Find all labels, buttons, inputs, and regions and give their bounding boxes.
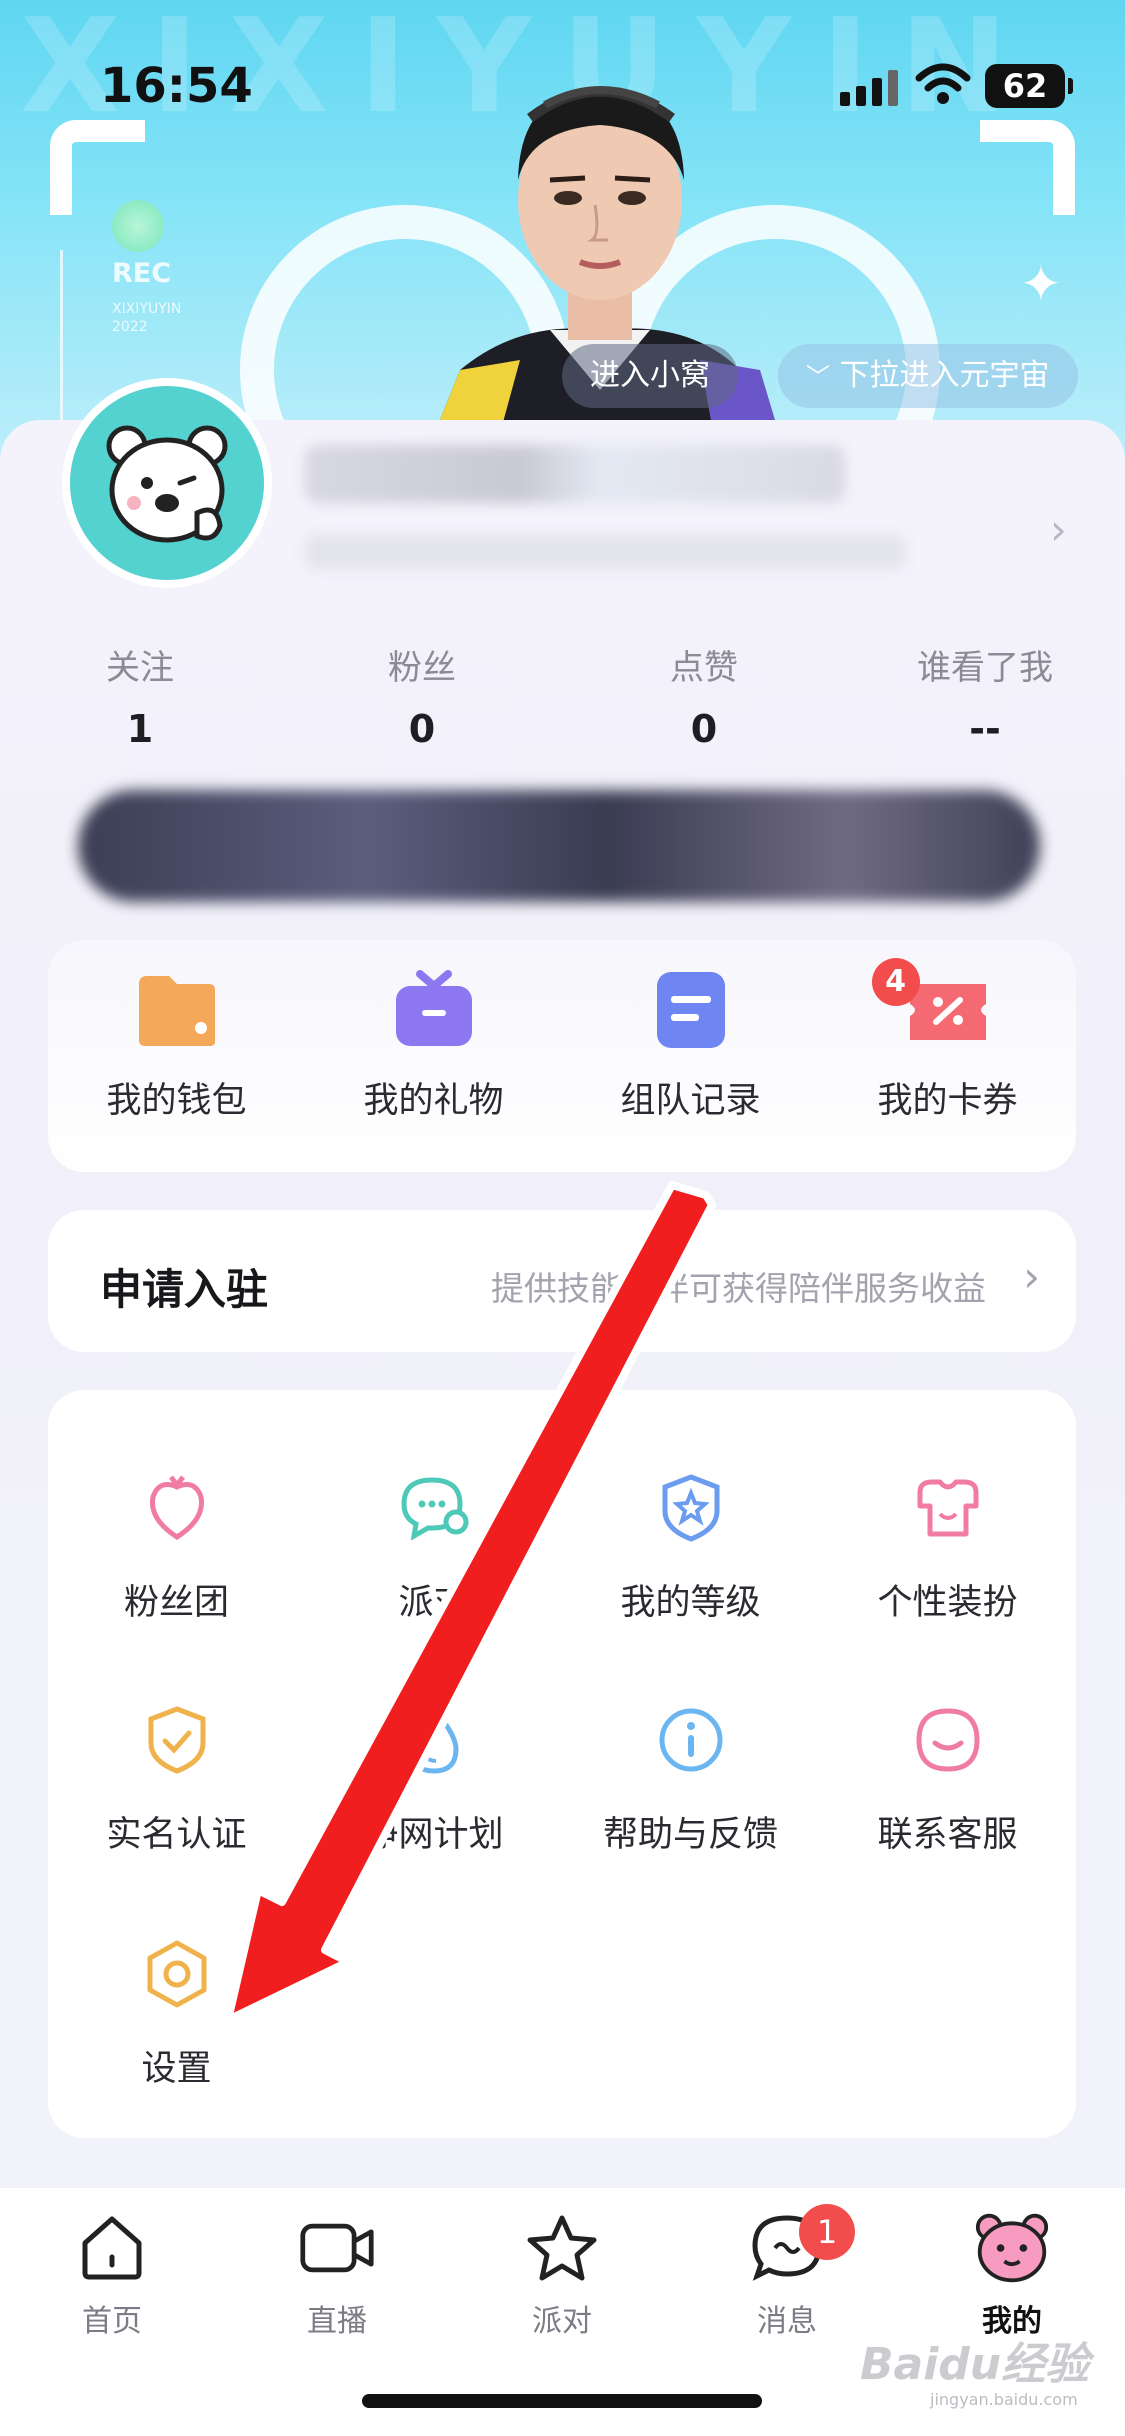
profile-chevron-right-icon[interactable]: › bbox=[1050, 505, 1067, 554]
pull-down-metaverse-button[interactable]: ﹀ 下拉进入元宇宙 bbox=[778, 344, 1078, 408]
menu-settings[interactable]: 设置 bbox=[48, 1936, 305, 2091]
chevron-down-icon: ﹀ bbox=[806, 363, 830, 391]
stat-fans[interactable]: 粉丝 0 bbox=[302, 640, 542, 751]
bear-profile-icon bbox=[974, 2210, 1050, 2286]
stats-row: 关注 1 粉丝 0 点赞 0 谁看了我 -- bbox=[0, 640, 1125, 751]
tab-live[interactable]: 直播 bbox=[257, 2210, 417, 2340]
fan-club-icon bbox=[139, 1470, 215, 1546]
gift-icon bbox=[392, 970, 476, 1050]
tab-party[interactable]: 派对 bbox=[482, 2210, 642, 2340]
coupon-badge: 4 bbox=[871, 958, 920, 1006]
sparkle-icon: ✦ bbox=[1020, 255, 1062, 313]
menu-dress-up[interactable]: 个性装扮 bbox=[819, 1470, 1076, 1625]
apply-join-title: 申请入驻 bbox=[100, 1265, 269, 1314]
party-star-icon bbox=[524, 2210, 600, 2286]
message-badge: 1 bbox=[799, 2204, 855, 2260]
battery-indicator: 62 bbox=[985, 64, 1073, 108]
quick-actions-card: 我的钱包 我的礼物 组队记录 4 我的卡券 bbox=[48, 940, 1076, 1172]
avatar[interactable] bbox=[62, 378, 272, 588]
tab-me[interactable]: 我的 bbox=[932, 2210, 1092, 2340]
status-bar: 16:54 62 bbox=[0, 0, 1125, 130]
dress-up-icon bbox=[910, 1470, 986, 1546]
wifi-icon bbox=[915, 63, 971, 104]
menu-party[interactable]: 派对 bbox=[305, 1470, 562, 1625]
home-indicator[interactable] bbox=[362, 2394, 762, 2408]
cellular-signal-icon bbox=[840, 68, 898, 106]
water-drop-icon bbox=[396, 1702, 472, 1778]
wallet-icon bbox=[135, 970, 219, 1050]
frame-corner-decoration bbox=[980, 120, 1075, 215]
stat-visitors[interactable]: 谁看了我 -- bbox=[865, 640, 1105, 751]
bear-avatar-icon bbox=[106, 425, 228, 543]
level-star-icon bbox=[653, 1470, 729, 1546]
quick-team-records[interactable]: 组队记录 bbox=[562, 970, 819, 1123]
party-chat-icon bbox=[396, 1470, 472, 1546]
baidu-watermark: Baidu经验 bbox=[860, 2339, 1090, 2390]
divider bbox=[60, 250, 63, 420]
menu-fan-club[interactable]: 粉丝团 bbox=[48, 1470, 305, 1625]
stat-likes[interactable]: 点赞 0 bbox=[584, 640, 824, 751]
settings-hexagon-icon bbox=[139, 1936, 215, 2012]
rec-label: REC bbox=[112, 258, 172, 289]
menu-clean-net-plan[interactable]: 净网计划 bbox=[305, 1702, 562, 1857]
quick-coupons[interactable]: 4 我的卡券 bbox=[819, 958, 1076, 1123]
enter-nest-button[interactable]: 进入小窝 bbox=[562, 344, 738, 408]
quick-wallet[interactable]: 我的钱包 bbox=[48, 970, 305, 1123]
baidu-watermark-url: jingyan.baidu.com bbox=[930, 2390, 1078, 2409]
apply-join-description: 提供技能陪伴可获得陪伴服务收益 bbox=[491, 1269, 986, 1308]
team-record-icon bbox=[649, 970, 733, 1050]
features-menu-card: 粉丝团 派对 我的等级 个性装扮 实名认证 净网计划 帮助与反馈 联系客服 设置 bbox=[48, 1390, 1076, 2138]
menu-real-name-verification[interactable]: 实名认证 bbox=[48, 1702, 305, 1857]
info-icon bbox=[653, 1702, 729, 1778]
status-time: 16:54 bbox=[100, 58, 253, 114]
tab-home[interactable]: 首页 bbox=[32, 2210, 192, 2340]
stat-following[interactable]: 关注 1 bbox=[20, 640, 260, 751]
apply-join-row[interactable]: 申请入驻 提供技能陪伴可获得陪伴服务收益 › bbox=[48, 1210, 1076, 1352]
promo-banner-blurred[interactable] bbox=[78, 790, 1040, 902]
rec-dot-icon bbox=[112, 200, 164, 252]
shield-check-icon bbox=[139, 1702, 215, 1778]
smile-service-icon bbox=[910, 1702, 986, 1778]
menu-contact-service[interactable]: 联系客服 bbox=[819, 1702, 1076, 1857]
quick-gifts[interactable]: 我的礼物 bbox=[305, 970, 562, 1123]
menu-help-feedback[interactable]: 帮助与反馈 bbox=[562, 1702, 819, 1857]
chevron-right-icon: › bbox=[1023, 1252, 1040, 1301]
rec-sub-label: XIXIYUYIN 2022 bbox=[112, 301, 182, 335]
live-camera-icon bbox=[299, 2210, 375, 2286]
user-id-blurred bbox=[305, 535, 905, 569]
home-icon bbox=[74, 2210, 150, 2286]
menu-my-level[interactable]: 我的等级 bbox=[562, 1470, 819, 1625]
coupon-icon: 4 bbox=[871, 958, 990, 1050]
username-blurred bbox=[305, 445, 845, 503]
tab-messages[interactable]: 1 消息 bbox=[707, 2204, 867, 2340]
